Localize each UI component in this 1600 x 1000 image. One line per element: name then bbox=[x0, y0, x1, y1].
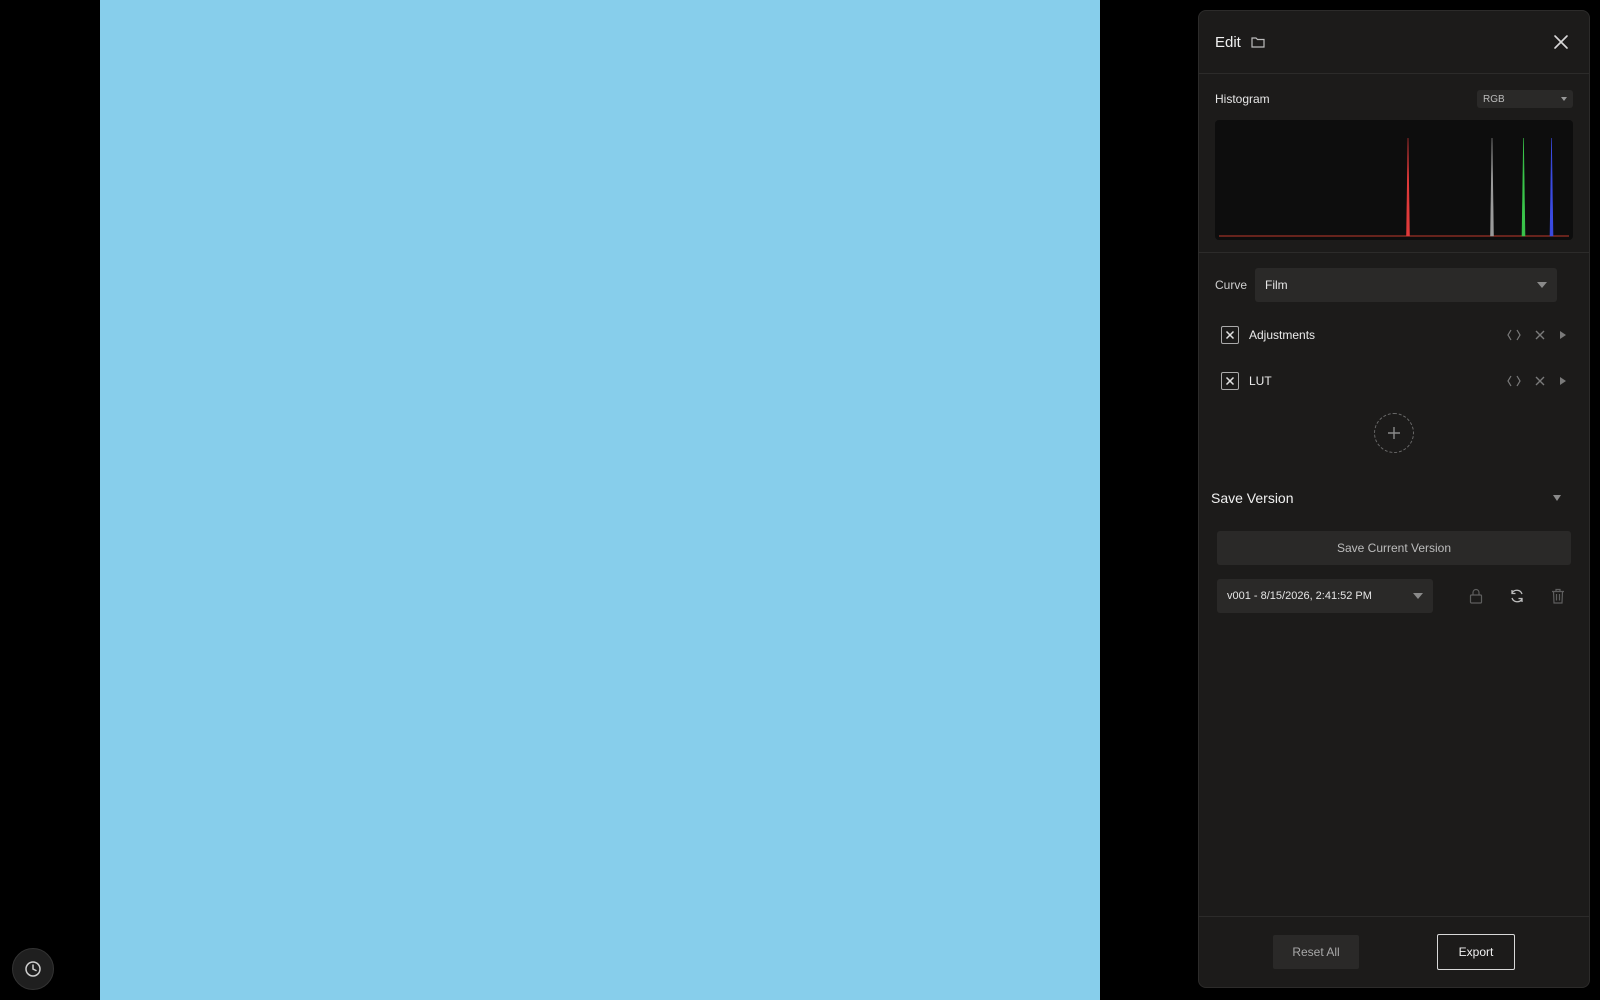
histogram-section: Histogram RGB bbox=[1199, 74, 1589, 253]
panel-title: Edit bbox=[1215, 33, 1241, 51]
refresh-icon[interactable] bbox=[1509, 588, 1525, 604]
edit-panel: Edit Histogram RGB Curve Film Adjustment… bbox=[1198, 10, 1590, 988]
histogram-svg bbox=[1219, 137, 1569, 237]
panel-header: Edit bbox=[1199, 11, 1589, 74]
version-row: v001 - 8/15/2026, 2:41:52 PM bbox=[1217, 579, 1571, 613]
expand-icon[interactable] bbox=[1559, 376, 1567, 386]
histogram-mode-select[interactable]: RGB bbox=[1477, 90, 1573, 108]
version-value: v001 - 8/15/2026, 2:41:52 PM bbox=[1227, 590, 1372, 602]
export-button[interactable]: Export bbox=[1437, 934, 1515, 970]
histogram-peak-green bbox=[1521, 137, 1526, 237]
add-layer-row bbox=[1199, 413, 1589, 453]
layer-enabled-checkbox[interactable] bbox=[1221, 326, 1239, 344]
reset-all-button[interactable]: Reset All bbox=[1273, 935, 1359, 969]
expand-icon[interactable] bbox=[1559, 330, 1567, 340]
chevron-down-icon bbox=[1413, 593, 1423, 599]
panel-footer: Reset All Export bbox=[1199, 916, 1589, 987]
histogram-peak-luma bbox=[1490, 137, 1494, 237]
clock-icon bbox=[25, 961, 41, 977]
layer-name: LUT bbox=[1249, 374, 1272, 388]
folder-icon[interactable] bbox=[1251, 36, 1265, 48]
curve-row: Curve Film bbox=[1199, 267, 1589, 303]
image-preview[interactable] bbox=[100, 0, 1100, 1000]
chevron-down-icon bbox=[1561, 97, 1567, 101]
plus-icon bbox=[1388, 427, 1400, 439]
history-button[interactable] bbox=[12, 948, 54, 990]
histogram-label: Histogram bbox=[1215, 92, 1270, 106]
close-button[interactable] bbox=[1549, 30, 1573, 54]
curve-value: Film bbox=[1265, 278, 1288, 292]
lock-icon[interactable] bbox=[1469, 588, 1483, 604]
save-version-title: Save Version bbox=[1211, 490, 1294, 506]
code-icon[interactable] bbox=[1507, 329, 1521, 341]
histogram-mode-value: RGB bbox=[1483, 93, 1505, 105]
version-select[interactable]: v001 - 8/15/2026, 2:41:52 PM bbox=[1217, 579, 1433, 613]
remove-icon[interactable] bbox=[1535, 330, 1545, 340]
histogram-peak-red bbox=[1406, 137, 1410, 237]
save-current-version-button[interactable]: Save Current Version bbox=[1217, 531, 1571, 565]
chevron-down-icon bbox=[1537, 282, 1547, 288]
layer-adjustments[interactable]: Adjustments bbox=[1199, 315, 1589, 355]
histogram-chart bbox=[1215, 120, 1573, 240]
histogram-peak-blue bbox=[1549, 137, 1554, 237]
curve-label: Curve bbox=[1215, 278, 1248, 292]
canvas-area bbox=[0, 0, 1180, 1000]
code-icon[interactable] bbox=[1507, 375, 1521, 387]
close-icon bbox=[1554, 35, 1568, 49]
save-version-header[interactable]: Save Version bbox=[1199, 483, 1589, 513]
chevron-down-icon[interactable] bbox=[1553, 495, 1561, 501]
trash-icon[interactable] bbox=[1551, 588, 1565, 604]
remove-icon[interactable] bbox=[1535, 376, 1545, 386]
curve-select[interactable]: Film bbox=[1255, 268, 1557, 302]
layer-lut[interactable]: LUT bbox=[1199, 361, 1589, 401]
layer-enabled-checkbox[interactable] bbox=[1221, 372, 1239, 390]
add-layer-button[interactable] bbox=[1374, 413, 1414, 453]
layer-name: Adjustments bbox=[1249, 328, 1316, 342]
